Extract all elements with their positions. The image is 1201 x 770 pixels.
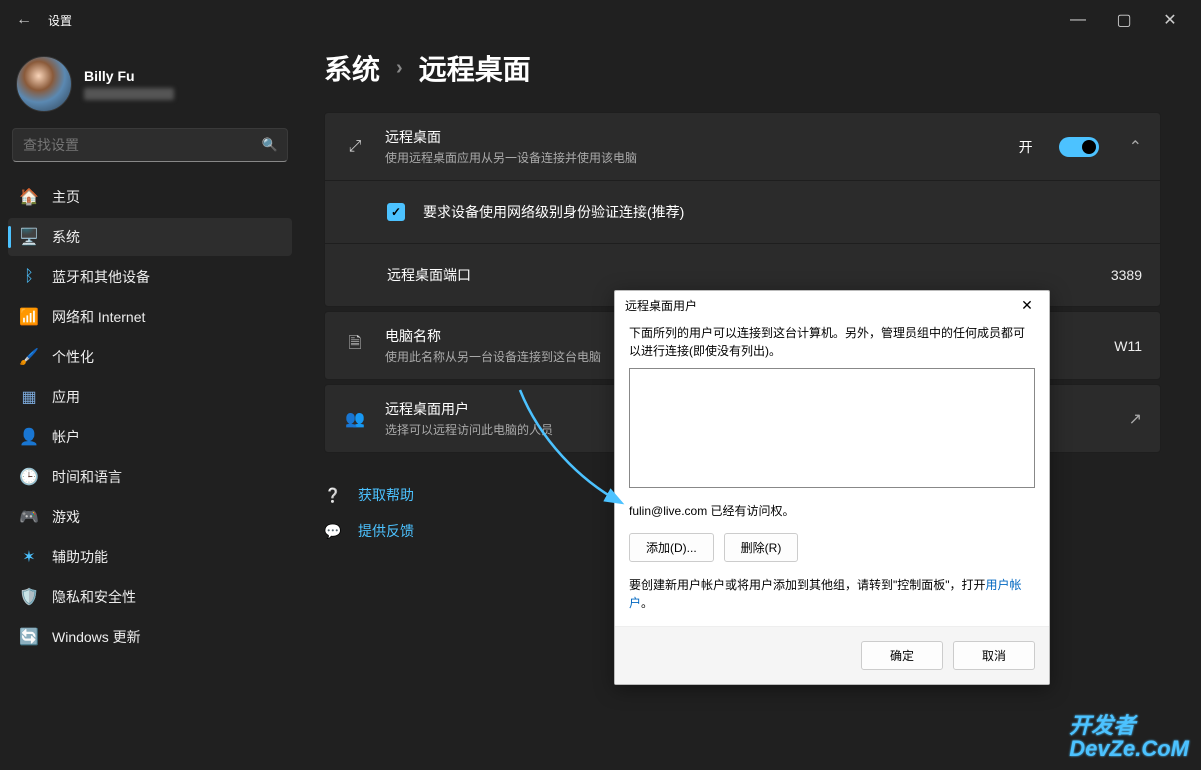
remote-desktop-icon: ⤢ [343,138,367,156]
nav-icon: 📶 [20,308,38,326]
nla-checkbox[interactable]: ✓ [387,203,405,221]
sidebar-item-label: 主页 [52,187,80,207]
chevron-up-icon[interactable]: ⌃ [1129,137,1142,157]
nav-icon: 🏠 [20,188,38,206]
sidebar-item-label: 系统 [52,227,80,247]
help-link[interactable]: 获取帮助 [358,485,414,505]
breadcrumb: 系统 › 远程桌面 [324,48,1161,88]
dialog-title: 远程桌面用户 [625,297,1015,314]
sidebar-item-label: 隐私和安全性 [52,587,136,607]
rd-desc: 使用远程桌面应用从另一设备连接并使用该电脑 [385,149,1001,166]
sidebar-item-label: 蓝牙和其他设备 [52,267,150,287]
nav-icon: 👤 [20,428,38,446]
nav-icon: ✶ [20,548,38,566]
ok-button[interactable]: 确定 [861,641,943,670]
nla-label: 要求设备使用网络级别身份验证连接(推荐) [423,202,1142,222]
rd-title: 远程桌面 [385,127,1001,147]
toggle-label: 开 [1019,137,1033,157]
breadcrumb-page: 远程桌面 [419,48,531,88]
dialog-hint: 要创建新用户帐户或将用户添加到其他组，请转到"控制面板"，打开用户帐户。 [629,576,1035,612]
dialog-close-icon[interactable]: ✕ [1015,297,1039,314]
sidebar-item-8[interactable]: 🎮 游戏 [8,498,292,536]
sidebar-item-label: 应用 [52,387,80,407]
document-icon: 🗎 [343,332,367,359]
sidebar-item-11[interactable]: 🔄 Windows 更新 [8,618,292,656]
close-button[interactable]: ✕ [1147,4,1193,36]
sidebar-item-label: Windows 更新 [52,627,141,647]
dialog-desc: 下面所列的用户可以连接到这台计算机。另外，管理员组中的任何成员都可以进行连接(即… [629,324,1035,360]
open-icon: ↗ [1129,409,1142,429]
sidebar-item-5[interactable]: ▦ 应用 [8,378,292,416]
remove-button[interactable]: 删除(R) [724,533,799,562]
sidebar-item-1[interactable]: 🖥️ 系统 [8,218,292,256]
nav-icon: 🔄 [20,628,38,646]
search-icon: 🔍 [262,137,278,153]
maximize-button[interactable]: ▢ [1101,4,1147,36]
users-listbox[interactable] [629,368,1035,488]
profile-name: Billy Fu [84,68,174,84]
feedback-link[interactable]: 提供反馈 [358,521,414,541]
rd-toggle[interactable] [1059,137,1099,157]
nav-icon: ᛒ [20,268,38,286]
profile[interactable]: Billy Fu [8,48,292,128]
sidebar-item-0[interactable]: 🏠 主页 [8,178,292,216]
pcname-value: W11 [1114,338,1142,354]
sidebar-item-label: 游戏 [52,507,80,527]
search-input[interactable] [12,128,288,162]
add-button[interactable]: 添加(D)... [629,533,714,562]
nav-icon: 🖥️ [20,228,38,246]
remote-users-dialog: 远程桌面用户 ✕ 下面所列的用户可以连接到这台计算机。另外，管理员组中的任何成员… [614,290,1050,685]
sidebar-item-10[interactable]: 🛡️ 隐私和安全性 [8,578,292,616]
sidebar-item-label: 辅助功能 [52,547,108,567]
avatar [16,56,72,112]
sidebar-item-label: 时间和语言 [52,467,122,487]
sidebar-item-9[interactable]: ✶ 辅助功能 [8,538,292,576]
sidebar-item-label: 网络和 Internet [52,307,145,327]
sidebar-item-label: 个性化 [52,347,94,367]
sidebar-item-6[interactable]: 👤 帐户 [8,418,292,456]
watermark: 开发者 DevZe.CoM [1069,714,1189,760]
cancel-button[interactable]: 取消 [953,641,1035,670]
sidebar-item-3[interactable]: 📶 网络和 Internet [8,298,292,336]
nav-icon: 🎮 [20,508,38,526]
users-icon: 👥 [343,409,367,429]
window-title: 设置 [48,12,72,29]
port-value: 3389 [1111,267,1142,283]
minimize-button[interactable]: ― [1055,4,1101,36]
feedback-icon: 💬 [324,523,342,540]
access-line: fulin@live.com 已经有访问权。 [629,502,1035,519]
profile-email-redacted [84,88,174,100]
sidebar-item-2[interactable]: ᛒ 蓝牙和其他设备 [8,258,292,296]
sidebar-item-7[interactable]: 🕒 时间和语言 [8,458,292,496]
port-label: 远程桌面端口 [387,265,1093,285]
chevron-right-icon: › [396,57,403,80]
sidebar-item-label: 帐户 [52,427,80,447]
help-icon: ❔ [324,487,342,504]
breadcrumb-root[interactable]: 系统 [324,48,380,88]
nav-icon: 🛡️ [20,588,38,606]
nav-icon: 🕒 [20,468,38,486]
sidebar-item-4[interactable]: 🖌️ 个性化 [8,338,292,376]
back-button[interactable]: ← [8,11,40,29]
sidebar: Billy Fu 🔍 🏠 主页 🖥️ 系统 ᛒ 蓝牙和其他设备 📶 网络和 Internet 🖌… [0,40,300,770]
nav-icon: ▦ [20,388,38,406]
nav-icon: 🖌️ [20,348,38,366]
